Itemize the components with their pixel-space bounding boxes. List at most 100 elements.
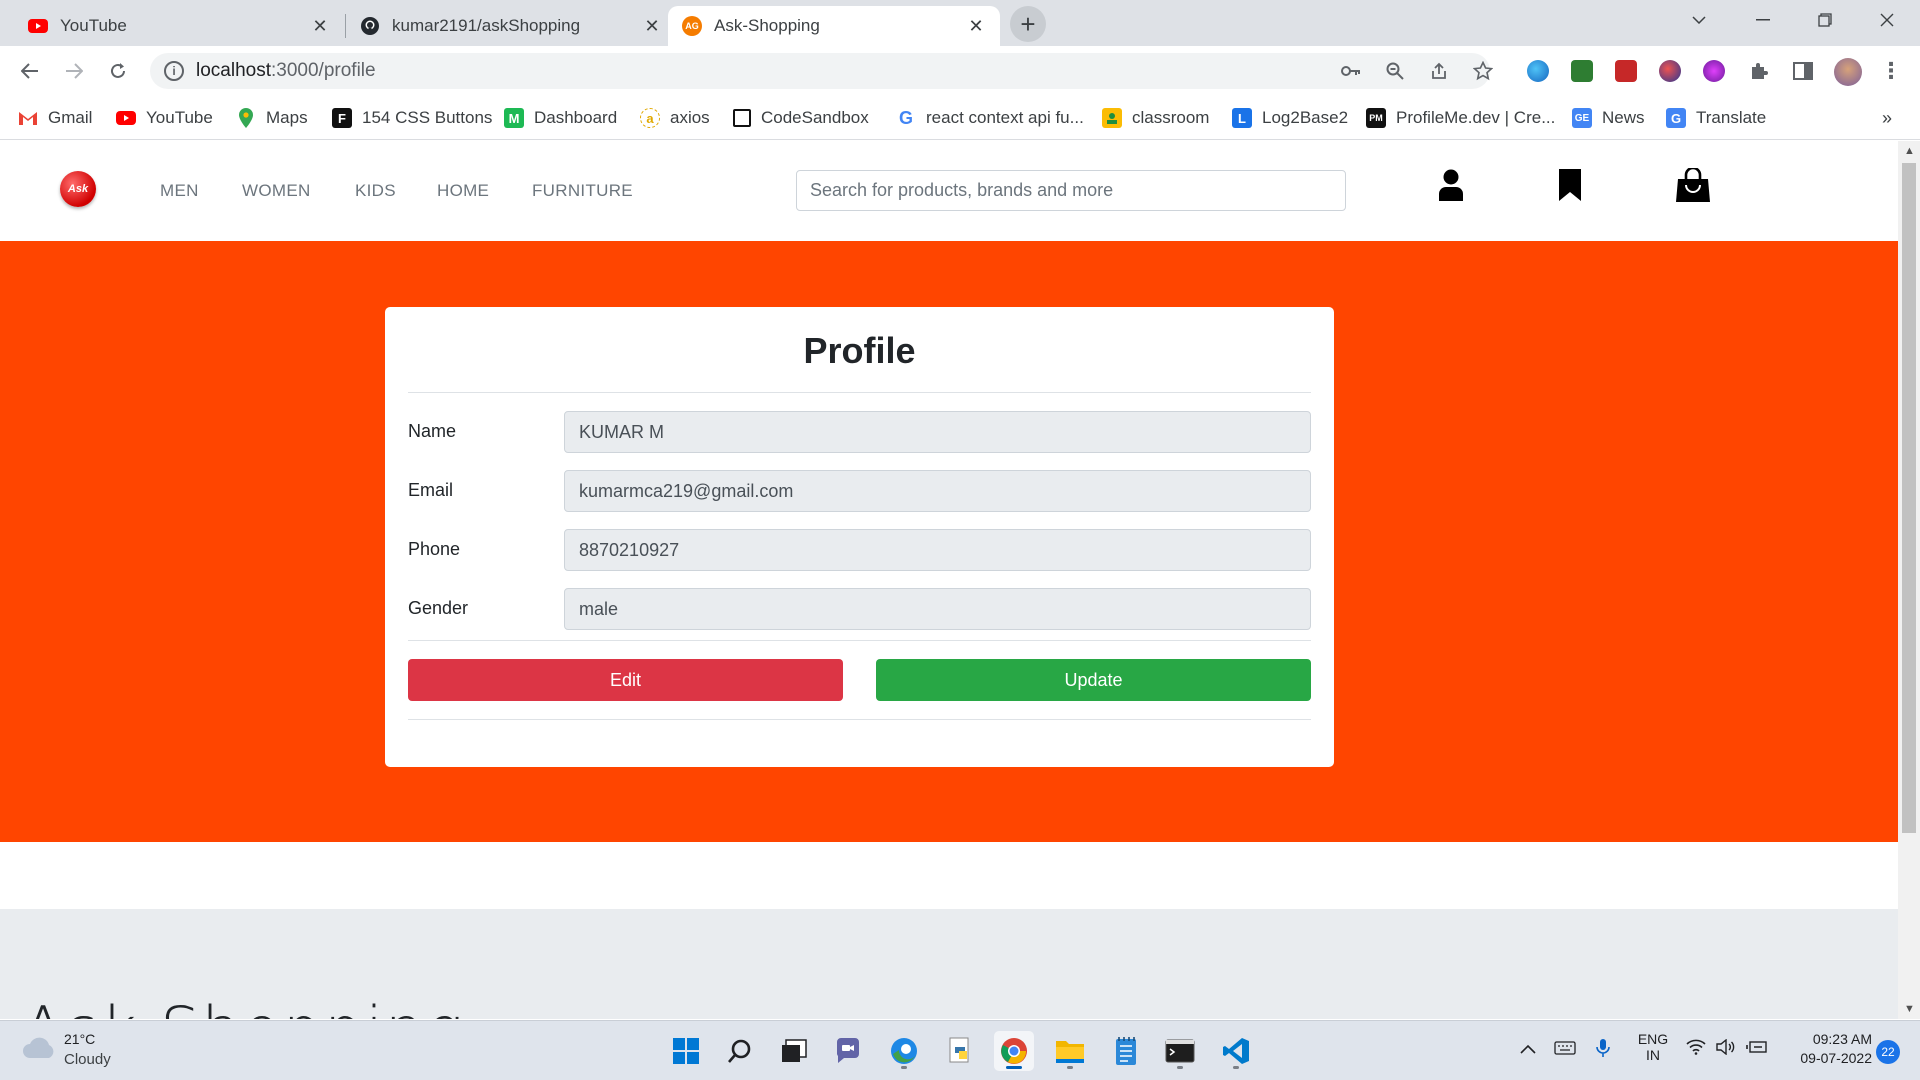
tab-title: kumar2191/askShopping: [392, 16, 581, 35]
share-icon[interactable]: [1424, 56, 1454, 86]
bookmark-dashboard[interactable]: M Dashboard: [504, 106, 617, 130]
tab-github[interactable]: kumar2191/askShopping ✕: [346, 6, 676, 46]
forward-icon[interactable]: [58, 55, 90, 87]
nav-link-furniture[interactable]: FURNITURE: [532, 181, 633, 201]
site-info-icon[interactable]: i: [164, 61, 184, 81]
bookmark-react-context[interactable]: G react context api fu...: [896, 106, 1084, 130]
language-indicator[interactable]: ENG IN: [1636, 1031, 1670, 1063]
extension-html-icon[interactable]: [1571, 60, 1593, 82]
bookmark-star-icon[interactable]: [1468, 56, 1498, 86]
notification-badge[interactable]: 22: [1876, 1040, 1900, 1064]
side-panel-icon[interactable]: [1788, 56, 1818, 86]
profile-avatar[interactable]: [1834, 58, 1862, 86]
bookmark-css-buttons[interactable]: F 154 CSS Buttons: [332, 106, 492, 130]
microphone-icon[interactable]: [1596, 1038, 1610, 1062]
bookmark-translate[interactable]: G Translate: [1666, 106, 1766, 130]
running-indicator: [1177, 1066, 1183, 1069]
search-input[interactable]: Search for products, brands and more: [796, 170, 1346, 211]
scroll-up-icon[interactable]: ▲: [1904, 145, 1915, 157]
tab-youtube[interactable]: YouTube ✕: [14, 6, 344, 46]
show-hidden-icons-icon[interactable]: [1520, 1041, 1536, 1058]
chat-icon[interactable]: [828, 1031, 868, 1071]
menu-kebab-icon[interactable]: ⋮: [1876, 56, 1906, 86]
site-logo[interactable]: Ask: [60, 171, 96, 207]
bookmarks-overflow-icon[interactable]: »: [1882, 106, 1892, 130]
nav-link-home[interactable]: HOME: [437, 181, 489, 201]
page-scrollbar[interactable]: ▲ ▼: [1898, 141, 1920, 1019]
start-icon[interactable]: [666, 1031, 706, 1071]
active-indicator: [1006, 1066, 1022, 1069]
site-footer: Ask Shopping: [0, 909, 1898, 1019]
bookmark-profileme[interactable]: PM ProfileMe.dev | Cre...: [1366, 106, 1555, 130]
bookmark-log2base2[interactable]: L Log2Base2: [1232, 106, 1348, 130]
extension-purple-icon[interactable]: [1703, 60, 1725, 82]
reload-icon[interactable]: [102, 55, 134, 87]
task-view-icon[interactable]: [774, 1031, 814, 1071]
youtube-icon: [116, 108, 136, 128]
extension-red-icon[interactable]: [1615, 60, 1637, 82]
clock-date: 09-07-2022: [1800, 1050, 1872, 1066]
user-icon[interactable]: [1438, 169, 1464, 201]
zoom-icon[interactable]: [1380, 56, 1410, 86]
weather-temp[interactable]: 21°C: [64, 1031, 95, 1047]
nav-link-men[interactable]: MEN: [160, 181, 199, 201]
edit-button[interactable]: Edit: [408, 659, 843, 701]
phone-field[interactable]: 8870210927: [564, 529, 1311, 571]
volume-icon[interactable]: [1716, 1038, 1736, 1059]
terminal-icon[interactable]: [1160, 1031, 1200, 1071]
tab-ask-shopping[interactable]: AG Ask-Shopping ✕: [668, 6, 1000, 46]
battery-icon[interactable]: [1746, 1040, 1768, 1058]
browser-toolbar: i localhost:3000/profile ⋮: [0, 46, 1920, 96]
address-bar[interactable]: i localhost:3000/profile: [150, 53, 1490, 89]
bookmark-news[interactable]: GE News: [1572, 106, 1645, 130]
running-indicator: [901, 1066, 907, 1069]
bookmark-youtube[interactable]: YouTube: [116, 106, 213, 130]
shopping-bag-icon[interactable]: [1675, 168, 1711, 202]
clock[interactable]: 09:23 AM 09-07-2022: [1782, 1031, 1872, 1066]
edge-icon[interactable]: [884, 1031, 924, 1071]
close-window-icon[interactable]: [1856, 0, 1918, 40]
extension-colorpicker-icon[interactable]: [1659, 60, 1681, 82]
extensions-puzzle-icon[interactable]: [1744, 56, 1774, 86]
keyboard-icon[interactable]: [1554, 1041, 1576, 1059]
bookmark-label: YouTube: [146, 108, 213, 127]
email-field[interactable]: kumarmca219@gmail.com: [564, 470, 1311, 512]
region-code: IN: [1646, 1047, 1660, 1063]
extension-globe-icon[interactable]: [1527, 60, 1549, 82]
tab-search-icon[interactable]: [1668, 0, 1730, 40]
close-tab-icon[interactable]: ✕: [310, 16, 330, 37]
back-icon[interactable]: [14, 55, 46, 87]
weather-desc[interactable]: Cloudy: [64, 1051, 111, 1068]
bookmark-codesandbox[interactable]: CodeSandbox: [733, 106, 869, 130]
ag-icon: AG: [682, 16, 702, 36]
search-icon[interactable]: [720, 1031, 760, 1071]
close-tab-icon[interactable]: ✕: [966, 16, 986, 37]
log2base2-icon: L: [1232, 108, 1252, 128]
scroll-down-icon[interactable]: ▼: [1904, 1003, 1915, 1015]
scrollbar-thumb[interactable]: [1902, 163, 1916, 833]
update-button[interactable]: Update: [876, 659, 1311, 701]
news-icon: GE: [1572, 108, 1592, 128]
nav-link-women[interactable]: WOMEN: [242, 181, 311, 201]
footer-brand: Ask Shopping: [22, 993, 465, 1019]
bookmark-icon[interactable]: [1557, 169, 1583, 201]
nav-link-kids[interactable]: KIDS: [355, 181, 396, 201]
new-tab-button[interactable]: +: [1010, 6, 1046, 42]
notepad-icon[interactable]: [1106, 1031, 1146, 1071]
language-code: ENG: [1637, 1031, 1669, 1047]
name-field[interactable]: KUMAR M: [564, 411, 1311, 453]
key-icon[interactable]: [1336, 56, 1366, 86]
bookmark-axios[interactable]: a axios: [640, 106, 710, 130]
python-idle-icon[interactable]: [940, 1031, 980, 1071]
file-explorer-icon[interactable]: [1050, 1031, 1090, 1071]
close-tab-icon[interactable]: ✕: [642, 16, 662, 37]
chrome-icon[interactable]: [994, 1031, 1034, 1071]
wifi-icon[interactable]: [1686, 1039, 1706, 1059]
bookmark-maps[interactable]: Maps: [236, 106, 308, 130]
vscode-icon[interactable]: [1216, 1031, 1256, 1071]
restore-icon[interactable]: [1794, 0, 1856, 40]
bookmark-gmail[interactable]: Gmail: [18, 106, 92, 130]
bookmark-classroom[interactable]: classroom: [1102, 106, 1209, 130]
minimize-icon[interactable]: [1732, 0, 1794, 40]
gender-field[interactable]: male: [564, 588, 1311, 630]
